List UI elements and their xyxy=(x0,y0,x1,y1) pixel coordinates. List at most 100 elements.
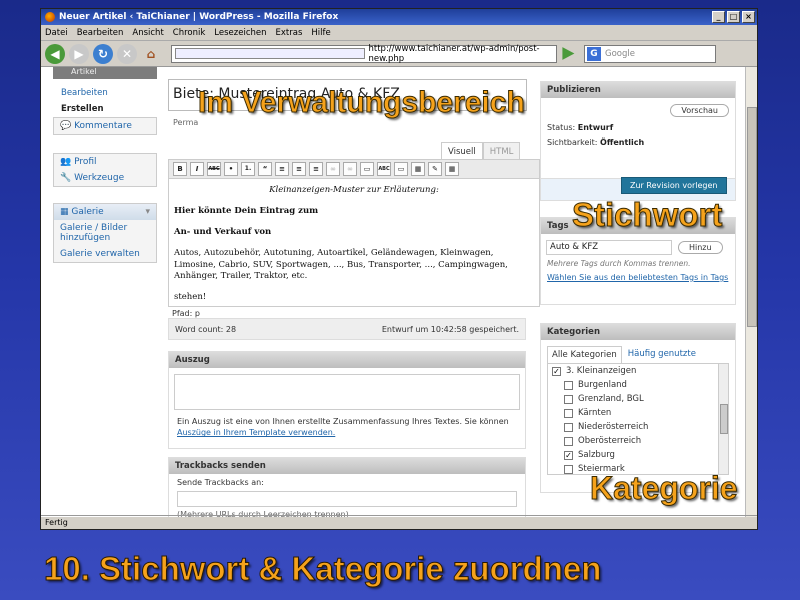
menu-ansicht[interactable]: Ansicht xyxy=(132,28,163,38)
caption-admin-area: Im Verwaltungsbereich xyxy=(198,86,526,120)
sidebar-item-bearbeiten[interactable]: Bearbeiten xyxy=(53,85,157,101)
category-checkbox[interactable]: ✓ xyxy=(552,366,561,376)
spellcheck-button[interactable]: ABC xyxy=(377,162,391,176)
category-checkbox[interactable] xyxy=(564,464,573,474)
category-item[interactable]: Burgenland xyxy=(548,378,728,392)
page-scrollbar[interactable] xyxy=(745,67,757,517)
submit-for-review-button[interactable]: Zur Revision vorlegen xyxy=(621,177,727,194)
sidebar-item-comments[interactable]: 💬 Kommentare xyxy=(53,117,157,135)
word-count: Word count: 28 xyxy=(175,324,237,334)
post-content-editor[interactable]: Kleinanzeigen-Muster zur Erläuterung: Hi… xyxy=(168,179,540,307)
fullscreen-button[interactable]: ▭ xyxy=(394,162,408,176)
url-bar[interactable]: http://www.taichianer.at/wp-admin/post-n… xyxy=(171,44,557,64)
visibility-value: Öffentlich xyxy=(600,138,645,147)
popular-tags-link[interactable]: Wählen Sie aus den beliebtesten Tags in … xyxy=(541,270,735,285)
firefox-icon xyxy=(45,12,55,22)
autosave-status: Entwurf um 10:42:58 gespeichert. xyxy=(381,324,519,334)
category-item[interactable]: Niederösterreich xyxy=(548,420,728,434)
more-button[interactable]: ▭ xyxy=(360,162,374,176)
category-checkbox[interactable] xyxy=(564,394,573,404)
window-title: Neuer Artikel ‹ TaiChianer | WordPress -… xyxy=(59,12,339,22)
category-checkbox[interactable] xyxy=(564,408,573,418)
user-icon: 👥 xyxy=(60,157,72,167)
strikethrough-button[interactable]: ABC xyxy=(207,162,221,176)
sidebar-item-gallery-manage[interactable]: Galerie verwalten xyxy=(54,246,156,262)
maximize-button[interactable]: □ xyxy=(727,11,740,23)
permalink-label: Perma xyxy=(173,118,199,127)
gallery-icon: ▦ xyxy=(60,207,69,217)
category-item[interactable]: Grenzland, BGL xyxy=(548,392,728,406)
tags-hint: Mehrere Tags durch Kommas trennen. xyxy=(547,259,691,268)
home-icon[interactable]: ⌂ xyxy=(141,44,161,64)
category-checkbox[interactable] xyxy=(564,436,573,446)
menu-extras[interactable]: Extras xyxy=(276,28,303,38)
numbered-list-button[interactable]: 1. xyxy=(241,162,255,176)
content-heading: Hier könnte Dein Eintrag zum xyxy=(174,205,319,216)
tab-all-categories[interactable]: Alle Kategorien xyxy=(547,346,622,363)
trackbacks-box: Trackbacks senden Sende Trackbacks an: (… xyxy=(168,457,526,517)
category-item[interactable]: Oberösterreich xyxy=(548,434,728,448)
bold-button[interactable]: B xyxy=(173,162,187,176)
sidebar-item-gallery-add[interactable]: Galerie / Bilder hinzufügen xyxy=(54,220,156,246)
excerpt-help-link[interactable]: Auszüge in Ihrem Template verwenden. xyxy=(177,428,335,437)
go-icon[interactable] xyxy=(562,47,575,60)
search-box[interactable]: G Google xyxy=(584,44,716,63)
align-right-button[interactable]: ≡ xyxy=(309,162,323,176)
sidebar-articles-header[interactable]: Artikel xyxy=(53,67,157,79)
category-label: Niederösterreich xyxy=(578,422,649,432)
category-checkbox[interactable] xyxy=(564,422,573,432)
title-bar: Neuer Artikel ‹ TaiChianer | WordPress -… xyxy=(41,9,757,25)
status-value: Entwurf xyxy=(577,123,614,132)
minimize-button[interactable]: _ xyxy=(712,11,725,23)
align-center-button[interactable]: ≡ xyxy=(292,162,306,176)
reload-icon[interactable]: ↻ xyxy=(93,43,113,64)
align-left-button[interactable]: ≡ xyxy=(275,162,289,176)
sidebar-item-profile[interactable]: 👥 Profil xyxy=(54,154,156,170)
menu-lesezeichen[interactable]: Lesezeichen xyxy=(214,28,266,38)
sidebar-item-erstellen[interactable]: Erstellen xyxy=(53,101,157,117)
italic-button[interactable]: I xyxy=(190,162,204,176)
sidebar-articles-submenu: Bearbeiten Erstellen xyxy=(53,85,157,117)
status-bar: Fertig xyxy=(41,515,757,529)
category-checkbox[interactable]: ✓ xyxy=(564,450,573,460)
category-label: Oberösterreich xyxy=(578,436,642,446)
menu-hilfe[interactable]: Hilfe xyxy=(311,28,330,38)
bullet-list-button[interactable]: • xyxy=(224,162,238,176)
category-item[interactable]: Kärnten xyxy=(548,406,728,420)
excerpt-help: Ein Auszug ist eine von Ihnen erstellte … xyxy=(177,417,509,426)
excerpt-textarea[interactable] xyxy=(174,374,520,410)
tab-popular-categories[interactable]: Häufig genutzte xyxy=(622,346,702,363)
category-item[interactable]: ✓ 3. Kleinanzeigen xyxy=(548,364,728,378)
category-item[interactable]: ✓ Salzburg xyxy=(548,448,728,462)
blockquote-button[interactable]: “ xyxy=(258,162,272,176)
sidebar-item-gallery[interactable]: ▦ Galerie ▾ xyxy=(54,204,156,220)
forward-arrow-icon[interactable]: ▶ xyxy=(69,43,89,64)
category-checkbox[interactable] xyxy=(564,380,573,390)
caption-tag: Stichwort xyxy=(571,196,723,234)
unlink-button[interactable]: ∞ xyxy=(343,162,357,176)
category-scrollbar[interactable] xyxy=(718,364,728,474)
sidebar-item-tools[interactable]: 🔧 Werkzeuge xyxy=(54,170,156,186)
menu-bearbeiten[interactable]: Bearbeiten xyxy=(77,28,124,38)
sidebar-gallery-label: Galerie xyxy=(71,207,104,217)
google-icon: G xyxy=(587,46,601,61)
menu-chronik[interactable]: Chronik xyxy=(173,28,206,38)
add-tag-button[interactable]: Hinzu xyxy=(678,241,723,254)
sidebar-gallery-block: ▦ Galerie ▾ Galerie / Bilder hinzufügen … xyxy=(53,203,157,263)
navigation-bar: ◀ ▶ ↻ ✕ ⌂ http://www.taichianer.at/wp-ad… xyxy=(41,41,757,67)
gallery-insert-button[interactable]: ▦ xyxy=(445,162,459,176)
preview-button[interactable]: Vorschau xyxy=(670,104,729,117)
trackbacks-input[interactable] xyxy=(177,491,517,507)
close-button[interactable]: × xyxy=(742,11,755,23)
link-button[interactable]: ∞ xyxy=(326,162,340,176)
media-button[interactable]: ✎ xyxy=(428,162,442,176)
sidebar-users-block: 👥 Profil 🔧 Werkzeuge xyxy=(53,153,157,187)
category-label: Burgenland xyxy=(578,380,627,390)
tags-input[interactable]: Auto & KFZ xyxy=(546,240,672,255)
excerpt-title: Auszug xyxy=(169,352,525,368)
back-arrow-icon[interactable]: ◀ xyxy=(45,43,65,64)
kitchen-sink-button[interactable]: ▦ xyxy=(411,162,425,176)
menu-datei[interactable]: Datei xyxy=(45,28,68,38)
stop-icon[interactable]: ✕ xyxy=(117,43,137,64)
excerpt-box: Auszug Ein Auszug ist eine von Ihnen ers… xyxy=(168,351,526,449)
